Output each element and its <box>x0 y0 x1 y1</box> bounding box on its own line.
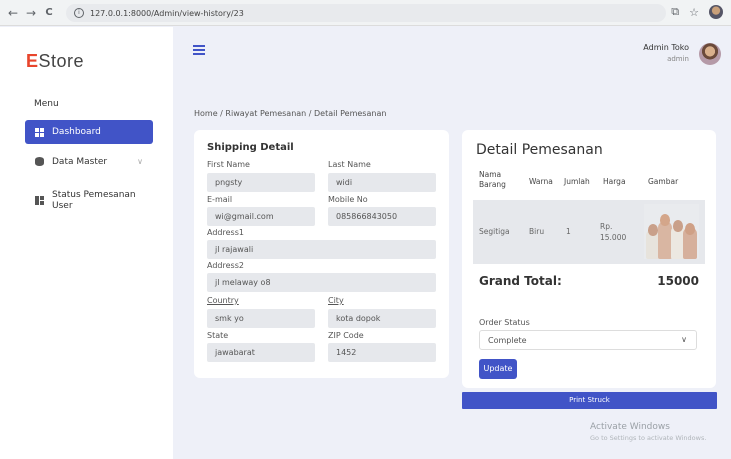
sidebar-item-dashboard[interactable]: Dashboard <box>25 120 153 144</box>
order-detail-title: Detail Pemesanan <box>476 142 603 158</box>
column-header-warna: Warna <box>529 177 553 186</box>
url-text: 127.0.0.1:8000/Admin/view-history/23 <box>90 8 244 18</box>
email-label: E-mail <box>207 195 233 204</box>
country-label: Country <box>207 296 239 305</box>
sidebar-item-label: Data Master <box>52 157 108 167</box>
shipping-title: Shipping Detail <box>207 142 294 153</box>
reload-icon[interactable]: C <box>40 7 58 18</box>
update-button[interactable]: Update <box>479 359 517 379</box>
windows-activation-hint: Go to Settings to activate Windows. <box>590 434 707 442</box>
state-field[interactable]: jawabarat <box>207 343 315 362</box>
mobile-field[interactable]: 085866843050 <box>328 207 436 226</box>
sidebar-item-data-master[interactable]: Data Master ∨ <box>25 151 153 173</box>
forward-arrow-icon[interactable]: → <box>22 6 40 20</box>
windows-activation-title: Activate Windows <box>590 422 670 432</box>
city-label: City <box>328 296 344 305</box>
cell-jumlah: 1 <box>566 227 571 236</box>
logo-text: Store <box>38 51 85 71</box>
avatar[interactable] <box>699 43 721 65</box>
cell-nama-barang: Segitiga <box>479 227 510 236</box>
order-status-label: Order Status <box>479 318 530 327</box>
state-label: State <box>207 331 229 340</box>
chevron-down-icon: ∨ <box>137 157 143 166</box>
grand-total-value: 15000 <box>657 274 699 288</box>
product-photo <box>644 204 699 259</box>
breadcrumb: Home / Riwayat Pemesanan / Detail Pemesa… <box>194 109 387 118</box>
extension-icon[interactable]: ⧉ <box>671 5 679 19</box>
sidebar-item-label: Dashboard <box>52 127 101 137</box>
sidebar-item-label: Status Pemesanan User <box>52 190 136 211</box>
cell-harga: Rp. 15.000 <box>600 222 627 242</box>
zip-label: ZIP Code <box>328 331 364 340</box>
chevron-down-icon: ∨ <box>681 335 687 344</box>
cell-warna: Biru <box>529 227 545 236</box>
top-header: Admin Toko admin <box>173 27 731 87</box>
last-name-field[interactable]: widi <box>328 173 436 192</box>
store-logo[interactable]: EStore <box>26 51 84 72</box>
column-header-jumlah: Jumlah <box>564 177 590 186</box>
mobile-label: Mobile No <box>328 195 368 204</box>
bookmark-star-icon[interactable]: ☆ <box>689 6 699 19</box>
column-header-nama-barang: Nama Barang <box>479 170 506 189</box>
browser-toolbar: ← → C i 127.0.0.1:8000/Admin/view-histor… <box>0 0 731 26</box>
city-field[interactable]: kota dopok <box>328 309 436 328</box>
last-name-label: Last Name <box>328 160 371 169</box>
admin-name[interactable]: Admin Toko <box>643 43 689 52</box>
address1-label: Address1 <box>207 228 244 237</box>
order-status-value: Complete <box>488 336 527 345</box>
first-name-field[interactable]: pngsty <box>207 173 315 192</box>
dashboard-grid-icon <box>35 127 44 137</box>
address2-label: Address2 <box>207 261 244 270</box>
logo-initial: E <box>26 51 39 71</box>
order-detail-card: Detail Pemesanan Nama Barang Warna Jumla… <box>462 130 716 388</box>
email-field[interactable]: wi@gmail.com <box>207 207 315 226</box>
sidebar-item-status-pemesanan[interactable]: Status Pemesanan User <box>25 184 153 218</box>
address1-field[interactable]: jl rajawali <box>207 240 436 259</box>
first-name-label: First Name <box>207 160 250 169</box>
hamburger-menu-icon[interactable] <box>193 45 205 55</box>
address-bar[interactable]: i 127.0.0.1:8000/Admin/view-history/23 <box>66 4 666 22</box>
menu-heading: Menu <box>34 99 59 109</box>
admin-role: admin <box>667 55 689 63</box>
column-header-harga: Harga <box>603 177 626 186</box>
site-info-icon[interactable]: i <box>74 8 84 18</box>
country-field[interactable]: smk yo <box>207 309 315 328</box>
column-header-gambar: Gambar <box>648 177 679 186</box>
address2-field[interactable]: jl melaway o8 <box>207 273 436 292</box>
zip-field[interactable]: 1452 <box>328 343 436 362</box>
sidebar: EStore Menu Dashboard Data Master ∨ Stat… <box>0 27 173 459</box>
order-status-select[interactable]: Complete ∨ <box>479 330 697 350</box>
user-order-icon <box>35 196 44 205</box>
back-arrow-icon[interactable]: ← <box>4 6 22 20</box>
print-struck-button[interactable]: Print Struck <box>462 392 717 409</box>
grand-total-label: Grand Total: <box>479 274 562 288</box>
shipping-detail-card: Shipping Detail First Name pngsty Last N… <box>194 130 449 378</box>
database-icon <box>35 157 44 166</box>
profile-avatar-icon[interactable] <box>709 5 723 19</box>
